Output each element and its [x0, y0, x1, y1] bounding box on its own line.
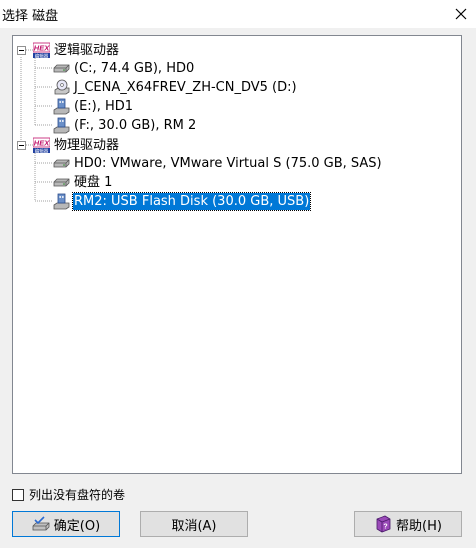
svg-text:HEX: HEX [34, 43, 50, 52]
hex-editor-logo-icon: HEX 编辑器 [33, 137, 50, 154]
hard-disk-icon [53, 64, 70, 72]
show-volumes-checkbox[interactable] [12, 488, 24, 501]
tree-item-hd0[interactable]: HD0: VMware, VMware Virtual S (75.0 GB, … [53, 154, 383, 172]
tree-item-label: (E:), HD1 [74, 98, 134, 114]
usb-drive-icon [53, 98, 70, 114]
tree-item-drive-e[interactable]: (E:), HD1 [53, 97, 134, 115]
title-bar: 选择 磁盘 [0, 0, 476, 28]
svg-text:?: ? [383, 524, 387, 531]
hex-editor-logo-icon: HEX 编辑器 [33, 42, 50, 59]
usb-drive-icon [53, 193, 70, 209]
tree-item-label: 硬盘 1 [74, 174, 113, 190]
hard-disk-icon [53, 178, 70, 186]
show-volumes-option[interactable]: 列出没有盘符的卷 [12, 486, 125, 503]
usb-drive-icon [53, 117, 70, 133]
tree-item-drive-f[interactable]: (F:, 30.0 GB), RM 2 [53, 116, 197, 134]
close-button[interactable] [446, 0, 476, 28]
tree-group-physical-drives[interactable]: HEX 编辑器 物理驱动器 [33, 136, 120, 154]
cancel-button-label: 取消(A) [171, 518, 217, 534]
tree-item-label: (C:, 74.4 GB), HD0 [74, 60, 195, 76]
help-button[interactable]: ? 帮助(H) [354, 511, 462, 537]
logical-drives-collapse-toggle[interactable] [17, 46, 26, 55]
tree-group-label: 物理驱动器 [54, 137, 120, 153]
cancel-button[interactable]: 取消(A) [140, 511, 248, 537]
show-volumes-label: 列出没有盘符的卷 [29, 488, 126, 502]
svg-text:HEX: HEX [34, 138, 50, 147]
window-title: 选择 磁盘 [2, 9, 59, 24]
tree-item-drive-d[interactable]: J_CENA_X64FREV_ZH-CN_DV5 (D:) [53, 78, 298, 96]
hard-disk-icon [53, 159, 70, 167]
tree-item-hd1[interactable]: 硬盘 1 [53, 173, 113, 191]
help-button-label: 帮助(H) [396, 518, 442, 534]
ok-button-label: 确定(O) [53, 518, 101, 534]
tree-item-rm2[interactable]: RM2: USB Flash Disk (30.0 GB, USB) [53, 191, 312, 211]
tree-group-label: 逻辑驱动器 [54, 42, 120, 58]
tree-item-label: (F:, 30.0 GB), RM 2 [74, 117, 197, 133]
close-icon [455, 8, 467, 20]
cd-drive-icon [54, 79, 70, 94]
tree-group-logical-drives[interactable]: HEX 编辑器 逻辑驱动器 [33, 41, 120, 59]
tree-item-drive-c[interactable]: (C:, 74.4 GB), HD0 [53, 59, 195, 77]
tree-item-label: J_CENA_X64FREV_ZH-CN_DV5 (D:) [74, 79, 297, 95]
ok-button[interactable]: 确定(O) [12, 511, 120, 537]
tree-item-label: RM2: USB Flash Disk (30.0 GB, USB) [71, 191, 312, 211]
drive-tree[interactable]: HEX 编辑器 逻辑驱动器 (C:, 74.4 GB), HD0 J_CENA_… [12, 35, 462, 474]
tree-item-label: HD0: VMware, VMware Virtual S (75.0 GB, … [74, 155, 382, 171]
physical-drives-collapse-toggle[interactable] [17, 141, 26, 150]
drive-check-icon [32, 516, 50, 531]
svg-text:编辑器: 编辑器 [35, 52, 49, 59]
svg-text:编辑器: 编辑器 [35, 147, 49, 154]
help-book-icon: ? [376, 515, 391, 533]
